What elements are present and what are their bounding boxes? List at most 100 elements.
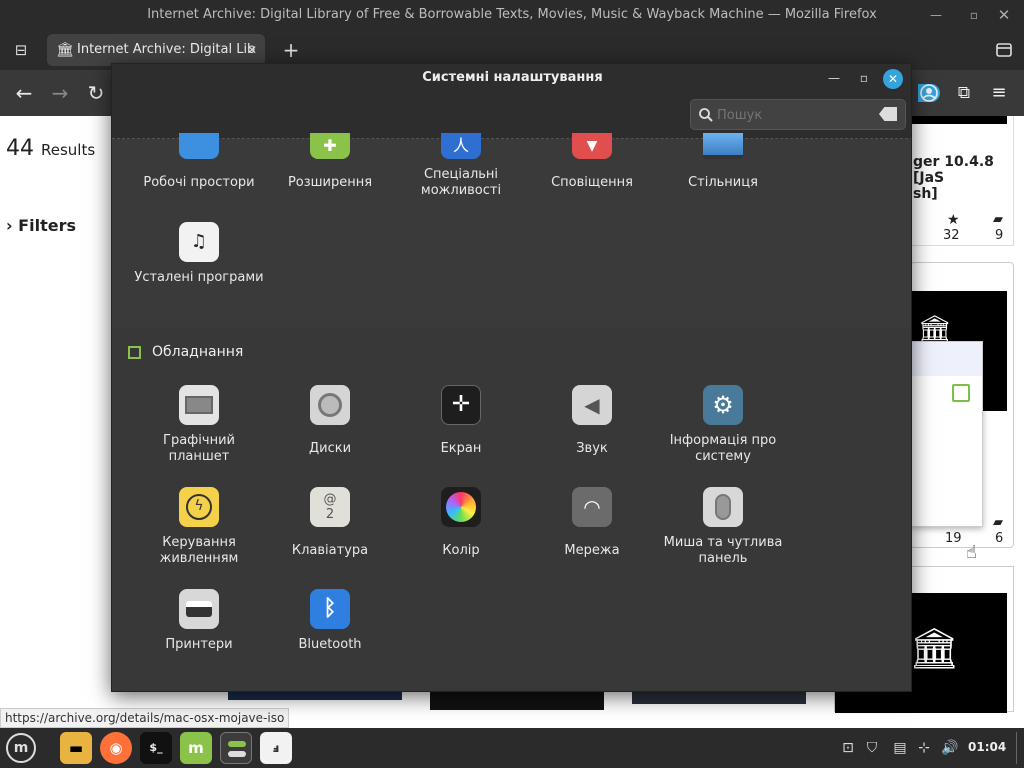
files-folder-icon[interactable]: ▬: [60, 732, 92, 764]
hardware-section-icon: [128, 346, 141, 359]
clock[interactable]: 01:04: [968, 740, 1006, 754]
search-field[interactable]: [717, 104, 867, 126]
account-icon[interactable]: [918, 82, 940, 104]
sound-icon: ◀: [572, 385, 612, 425]
search-icon: [698, 107, 714, 123]
tile-label: Екран: [440, 441, 482, 456]
firefox-icon[interactable]: ◉: [100, 732, 132, 764]
color-icon: [441, 487, 481, 527]
minimize-icon[interactable]: —: [924, 0, 948, 30]
settings-minimize-icon[interactable]: —: [826, 70, 842, 86]
settings-tile-mouse[interactable]: Миша та чутлива панель: [658, 487, 788, 567]
tile-label: Bluetooth: [298, 637, 362, 652]
new-tab-icon[interactable]: +: [278, 36, 304, 64]
tab-internet-archive[interactable]: 🏛 Internet Archive: Digital Lib ✕: [47, 34, 265, 66]
item-card[interactable]: 🏛 19 ▰ 6: [910, 262, 1014, 548]
settings-tile-display[interactable]: ✛ Екран: [396, 385, 526, 457]
notes-icon[interactable]: ▤: [890, 738, 910, 758]
thumbnail-strip: [632, 692, 806, 704]
system-info-icon: ⚙: [703, 385, 743, 425]
settings-close-icon[interactable]: ✕: [883, 69, 903, 89]
settings-maximize-icon[interactable]: ▫: [856, 70, 872, 86]
results-number: 44: [6, 136, 34, 161]
volume-icon[interactable]: 🔊: [940, 738, 960, 758]
clear-search-icon[interactable]: [879, 107, 897, 121]
reload-icon[interactable]: ↻: [76, 70, 116, 116]
tile-label: Мережа: [564, 543, 620, 558]
tablet-icon: [179, 385, 219, 425]
settings-tile-accessibility[interactable]: 人 Спеціальні можливості: [396, 133, 526, 199]
settings-tile-sound[interactable]: ◀ Звук: [527, 385, 657, 457]
forward-icon[interactable]: →: [40, 70, 80, 116]
tile-label: Диски: [308, 441, 352, 456]
tile-label: Усталені програми: [134, 270, 264, 285]
settings-tile-graphics-tablet[interactable]: Графічний планшет: [134, 385, 264, 465]
results-label: Results: [41, 141, 96, 159]
save-icon[interactable]: [952, 384, 970, 402]
system-settings-taskbar-icon[interactable]: [220, 732, 252, 764]
extensions-puzzle-icon[interactable]: ⧉: [953, 82, 975, 104]
bottom-divider: [112, 691, 912, 692]
tab-overview-icon[interactable]: ⊟: [8, 38, 34, 62]
display-icon: ✛: [441, 385, 481, 425]
results-count: 44 Results: [6, 136, 95, 161]
back-icon[interactable]: ←: [4, 70, 44, 116]
tile-label: Миша та чутлива панель: [663, 535, 783, 566]
settings-tile-workspaces[interactable]: Робочі простори: [134, 133, 264, 191]
tile-label: Клавіатура: [291, 543, 369, 558]
update-manager-icon[interactable]: ⊡: [838, 738, 858, 758]
settings-tile-network[interactable]: ◠ Мережа: [527, 487, 657, 559]
settings-tile-power[interactable]: ϟ Керування живленням: [134, 487, 264, 567]
workspaces-icon: [179, 133, 219, 159]
tab-close-icon[interactable]: ✕: [247, 34, 257, 66]
character-map-icon[interactable]: ⅎ: [260, 732, 292, 764]
keyboard-icon: @2: [310, 487, 350, 527]
settings-tile-desktop[interactable]: Стільниця: [658, 133, 788, 191]
comment-icon: ▰: [993, 515, 1003, 530]
card-title-line1: ger 10.4.8 [JaS: [913, 154, 994, 186]
power-icon: ϟ: [179, 487, 219, 527]
settings-tile-notifications[interactable]: ▼ Сповіщення: [527, 133, 657, 191]
hamburger-menu-icon[interactable]: ≡: [988, 82, 1010, 104]
desktop-icon: [703, 133, 743, 159]
item-card[interactable]: ger 10.4.8 [JaS sh] ★ 32 ▰ 9: [910, 116, 1014, 246]
comment-icon: ▰: [993, 212, 1003, 227]
settings-tile-color[interactable]: Колір: [396, 487, 526, 559]
tile-label: Стільниця: [688, 175, 758, 190]
tab-label: Internet Archive: Digital Lib: [77, 42, 256, 57]
show-desktop-button[interactable]: [1016, 732, 1024, 764]
filters-toggle[interactable]: › Filters: [6, 216, 76, 235]
mintinstall-icon[interactable]: m: [180, 732, 212, 764]
filters-label: Filters: [18, 216, 76, 235]
maximize-icon[interactable]: ▫: [962, 0, 986, 30]
settings-tile-bluetooth[interactable]: ᛒ Bluetooth: [265, 589, 395, 653]
network-tray-icon[interactable]: ⊹: [914, 738, 934, 758]
search-input[interactable]: [690, 99, 906, 130]
bluetooth-icon: ᛒ: [310, 589, 350, 629]
tile-label: Звук: [576, 441, 608, 456]
settings-tile-printers[interactable]: Принтери: [134, 589, 264, 653]
settings-tile-extensions[interactable]: ✚ Розширення: [265, 133, 395, 191]
mint-menu-icon[interactable]: m: [6, 733, 36, 763]
network-icon: ◠: [572, 487, 612, 527]
window-list-icon[interactable]: [994, 40, 1014, 60]
window-title: Internet Archive: Digital Library of Fre…: [147, 7, 877, 22]
settings-tile-preferred-apps[interactable]: ♫ Усталені програми: [134, 222, 264, 286]
card-favs: 32: [943, 228, 960, 243]
archive-favicon-icon: 🏛: [56, 42, 74, 58]
notifications-icon: ▼: [572, 133, 612, 159]
mouse-icon: [703, 487, 743, 527]
terminal-icon[interactable]: $_: [140, 732, 172, 764]
tile-label: Графічний планшет: [163, 433, 235, 464]
settings-tile-keyboard[interactable]: @2 Клавіатура: [265, 487, 395, 559]
settings-tile-disks[interactable]: Диски: [265, 385, 395, 457]
tile-label: Колір: [442, 543, 480, 558]
settings-tile-system-info[interactable]: ⚙ Інформація про систему: [658, 385, 788, 465]
close-icon[interactable]: ✕: [992, 0, 1016, 30]
settings-header: Системні налаштування — ▫ ✕: [112, 64, 911, 139]
system-settings-window: Системні налаштування — ▫ ✕ Робочі прост…: [111, 63, 912, 692]
shield-icon[interactable]: ⛉: [862, 738, 882, 758]
tile-label: Спеціальні можливості: [420, 167, 502, 198]
card-reviews: 6: [995, 531, 1004, 546]
favorite-star-icon: ★: [947, 212, 960, 228]
